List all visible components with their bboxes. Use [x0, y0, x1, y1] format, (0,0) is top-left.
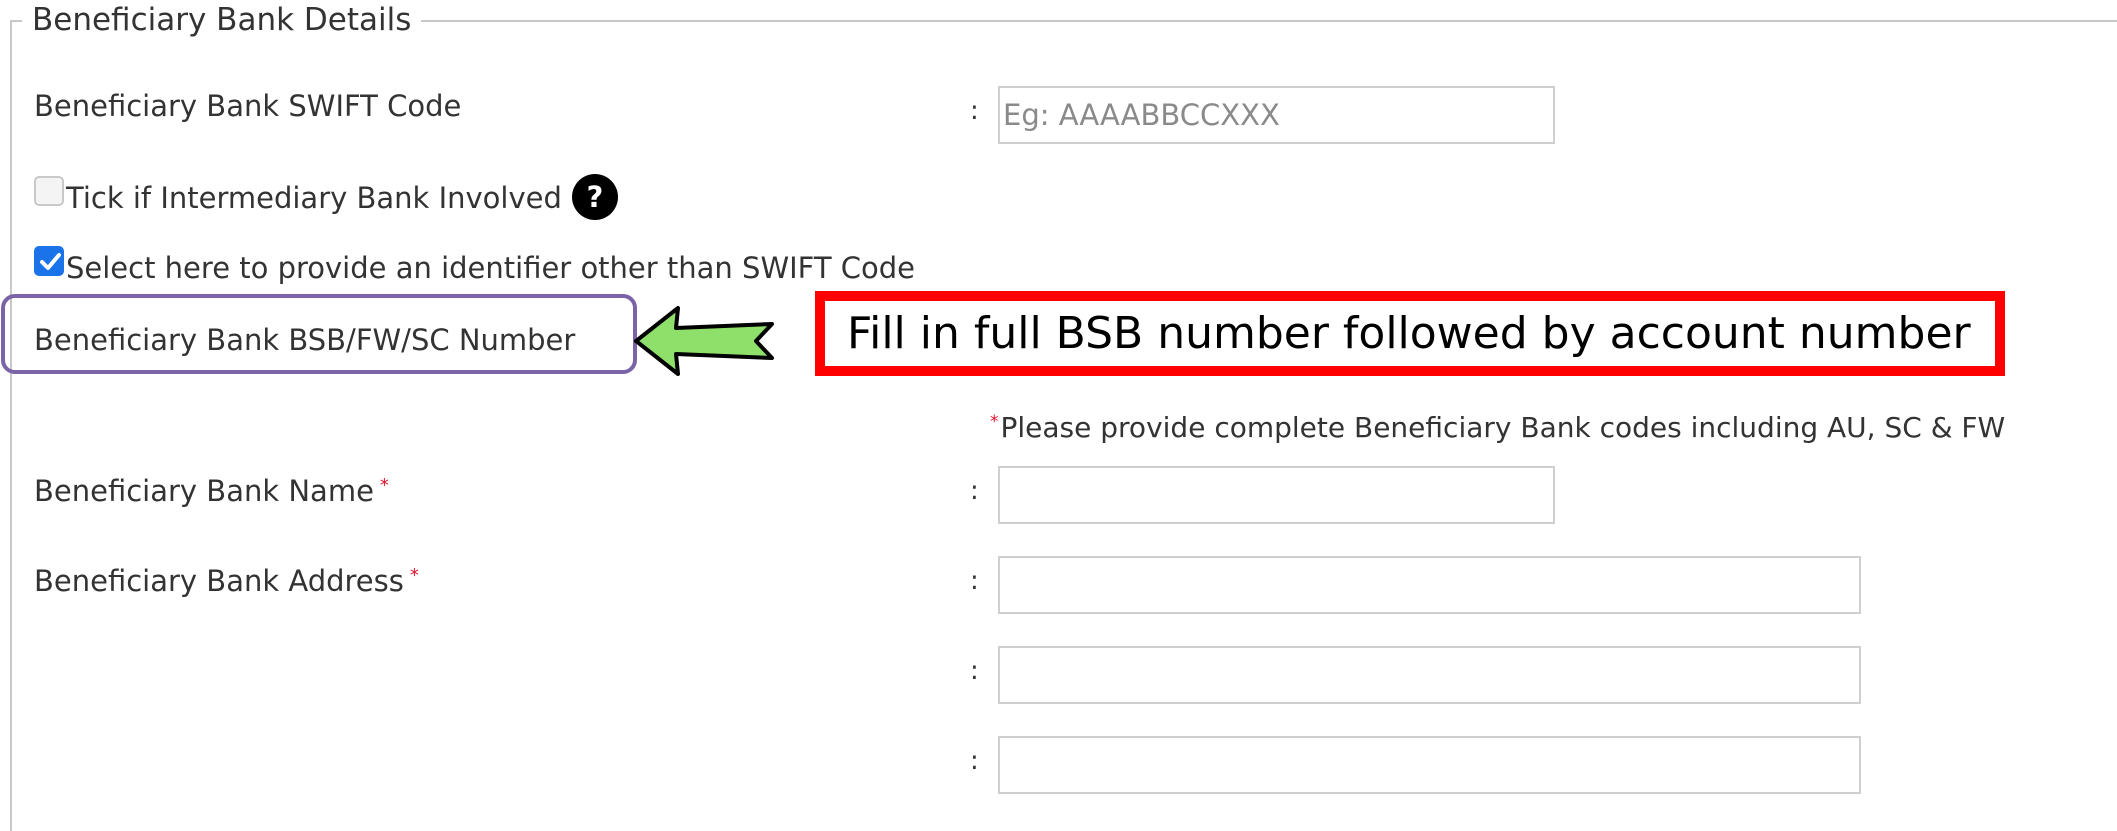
instruction-callout: Fill in full BSB number followed by acco…	[815, 291, 2005, 376]
intermediary-bank-label: Tick if Intermediary Bank Involved	[66, 181, 562, 215]
bank-address-line-1-input[interactable]	[998, 556, 1861, 614]
required-star: *	[409, 565, 419, 586]
bank-address-colon-3: :	[970, 746, 979, 776]
other-identifier-checkbox[interactable]	[34, 246, 64, 276]
swift-colon: :	[970, 96, 979, 126]
form-stage: Beneficiary Bank Details Beneficiary Ban…	[0, 0, 2117, 831]
bank-address-line-2-input[interactable]	[998, 646, 1861, 704]
checkmark-icon	[40, 253, 61, 270]
section-legend: Beneficiary Bank Details	[22, 0, 422, 40]
other-identifier-label: Select here to provide an identifier oth…	[66, 251, 916, 285]
bank-name-label-text: Beneficiary Bank Name	[34, 474, 374, 508]
bank-name-input[interactable]	[998, 466, 1555, 524]
bank-address-line-3-input[interactable]	[998, 736, 1861, 794]
bank-address-label-text: Beneficiary Bank Address	[34, 564, 404, 598]
bsb-label-highlight	[1, 294, 637, 374]
fieldset-border-left	[10, 20, 12, 831]
bank-name-label: Beneficiary Bank Name *	[34, 466, 389, 511]
bank-address-colon-2: :	[970, 656, 979, 686]
question-circle-icon[interactable]: ?	[571, 174, 618, 220]
swift-code-label: Beneficiary Bank SWIFT Code	[34, 89, 462, 123]
bsb-hint-text: Please provide complete Beneficiary Bank…	[1000, 411, 2006, 444]
intermediary-bank-checkbox[interactable]	[34, 176, 64, 206]
bsb-hint: *Please provide complete Beneficiary Ban…	[990, 404, 2005, 446]
other-identifier-row: Select here to provide an identifier oth…	[34, 246, 916, 288]
green-left-arrow-icon	[634, 306, 774, 376]
required-star: *	[379, 475, 389, 496]
bank-address-label: Beneficiary Bank Address *	[34, 556, 419, 601]
hint-required-star: *	[990, 412, 999, 432]
intermediary-bank-row: Tick if Intermediary Bank Involved?	[34, 174, 618, 220]
bank-name-colon: :	[970, 476, 979, 506]
swift-code-input[interactable]	[998, 86, 1555, 144]
bank-address-colon-1: :	[970, 566, 979, 596]
